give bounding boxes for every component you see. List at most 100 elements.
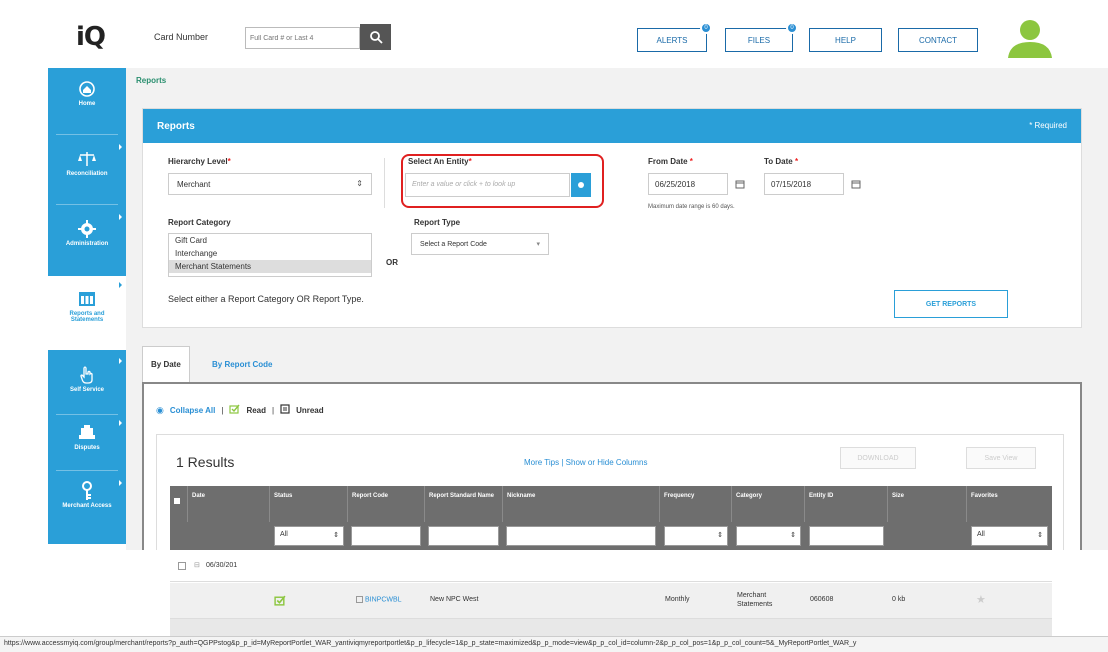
report-type-select[interactable]: Select a Report Code ▾ <box>411 233 549 255</box>
sidebar-item-administration[interactable]: Administration <box>48 214 126 268</box>
divider <box>384 158 385 208</box>
sidebar-item-label: Merchant Access <box>62 503 112 509</box>
col-size[interactable]: Size <box>888 486 967 522</box>
alerts-button[interactable]: ALERTS 0 <box>637 22 712 52</box>
app-header: iQ Card Number ALERTS 0 FILES 0 HELP CON… <box>0 0 1108 70</box>
col-status[interactable]: Status <box>270 486 348 522</box>
updown-arrow-icon: ⇕ <box>333 532 339 539</box>
read-link[interactable]: Read <box>246 406 266 415</box>
col-date[interactable]: Date <box>188 486 270 522</box>
hierarchy-value: Merchant <box>177 180 211 189</box>
category-cell: Merchant Statements <box>737 592 773 608</box>
collapse-all-link[interactable]: Collapse All <box>170 406 216 415</box>
col-category[interactable]: Category <box>732 486 805 522</box>
scale-icon <box>78 150 96 168</box>
separator: | <box>272 405 275 415</box>
pagination-strip <box>170 619 1052 637</box>
table-header: Date Status Report Code Report Standard … <box>170 486 1052 522</box>
tab-by-report-code[interactable]: By Report Code <box>204 346 280 382</box>
chevron-right-icon <box>119 144 122 150</box>
sidebar-item-label: Self Service <box>69 387 105 393</box>
tips-links: More Tips | Show or Hide Columns <box>524 458 647 467</box>
chevron-right-icon <box>119 214 122 220</box>
chevron-right-icon <box>119 282 122 288</box>
collapse-icon[interactable]: ◉ <box>156 405 164 416</box>
report-category-list[interactable]: Gift Card Interchange Merchant Statement… <box>168 233 372 277</box>
nav-divider <box>56 470 118 471</box>
disputes-icon <box>78 424 96 442</box>
save-view-button[interactable]: Save View <box>966 447 1036 469</box>
or-label: OR <box>386 258 398 267</box>
sidebar-item-merchant-access[interactable]: Merchant Access <box>48 480 126 530</box>
lookup-icon <box>578 182 584 188</box>
logo[interactable]: iQ <box>76 22 106 52</box>
filter-row: All ⇕ ⇕ ⇕ All ⇕ <box>170 522 1052 550</box>
get-reports-button[interactable]: GET REPORTS <box>894 290 1008 318</box>
category-filter[interactable]: ⇕ <box>736 526 801 546</box>
list-item[interactable]: Interchange <box>169 247 371 260</box>
to-date-input[interactable]: 07/15/2018 <box>764 173 844 195</box>
col-frequency[interactable]: Frequency <box>660 486 732 522</box>
contact-button[interactable]: CONTACT <box>898 28 978 52</box>
entity-lookup-button[interactable] <box>571 173 591 197</box>
sidebar-item-disputes[interactable]: Disputes <box>48 420 126 472</box>
sidebar-item-reports[interactable]: Reports and Statements <box>48 276 126 350</box>
entity-input[interactable]: Enter a value or click + to look up <box>405 173 570 197</box>
card-number-input[interactable] <box>245 27 360 49</box>
nav-divider <box>56 414 118 415</box>
col-report-standard-name[interactable]: Report Standard Name <box>425 486 503 522</box>
sidebar-item-home[interactable]: Home <box>48 80 126 128</box>
nickname-filter[interactable] <box>506 526 656 546</box>
updown-arrow-icon: ⇕ <box>1037 532 1043 539</box>
unread-link[interactable]: Unread <box>296 406 324 415</box>
frequency-cell: Monthly <box>665 596 690 603</box>
col-report-code[interactable]: Report Code <box>348 486 425 522</box>
favorites-filter-value: All <box>977 531 985 538</box>
table-row[interactable]: BINPCWBL New NPC West Monthly Merchant S… <box>170 583 1052 619</box>
standard-name-filter[interactable] <box>428 526 499 546</box>
home-icon <box>78 80 96 98</box>
report-code-link[interactable]: BINPCWBL <box>356 596 402 603</box>
report-code-filter[interactable] <box>351 526 421 546</box>
status-filter[interactable]: All ⇕ <box>274 526 344 546</box>
star-icon[interactable]: ★ <box>976 593 986 606</box>
unread-icon <box>280 404 290 416</box>
search-button[interactable] <box>360 24 391 50</box>
sidebar-item-reconciliation[interactable]: Reconciliation <box>48 144 126 198</box>
row-checkbox[interactable] <box>178 562 186 570</box>
col-entity-id[interactable]: Entity ID <box>805 486 888 522</box>
frequency-filter[interactable]: ⇕ <box>664 526 728 546</box>
from-date-input[interactable]: 06/25/2018 <box>648 173 728 195</box>
select-all-checkbox[interactable] <box>170 486 188 522</box>
tab-by-date[interactable]: By Date <box>142 346 190 382</box>
date-range-hint: Maximum date range is 60 days. <box>648 204 735 210</box>
breadcrumb[interactable]: Reports <box>136 76 166 85</box>
search-icon <box>369 31 383 44</box>
chevron-down-icon: ▾ <box>536 241 540 248</box>
sidebar-item-label: Home <box>78 101 96 107</box>
sidebar-item-label: Administration <box>65 241 109 247</box>
show-hide-columns-link[interactable]: Show or Hide Columns <box>566 458 648 467</box>
list-item[interactable]: Merchant Statements <box>169 260 371 273</box>
hierarchy-select[interactable]: Merchant ⇕ <box>168 173 372 195</box>
calendar-icon[interactable] <box>846 173 866 195</box>
col-favorites[interactable]: Favorites <box>967 486 1052 522</box>
nav-divider <box>56 134 118 135</box>
entity-id-filter[interactable] <box>809 526 884 546</box>
user-avatar-icon[interactable] <box>1006 18 1054 58</box>
help-button[interactable]: HELP <box>809 28 882 52</box>
sidebar-item-self-service[interactable]: Self Service <box>48 358 126 414</box>
updown-arrow-icon: ⇕ <box>717 532 723 539</box>
col-nickname[interactable]: Nickname <box>503 486 660 522</box>
more-tips-link[interactable]: More Tips <box>524 458 559 467</box>
favorites-filter[interactable]: All ⇕ <box>971 526 1048 546</box>
list-item[interactable]: Gift Card <box>169 234 371 247</box>
alerts-badge: 0 <box>700 22 712 34</box>
panel-header: Reports * Required <box>143 109 1081 143</box>
read-status-icon[interactable] <box>274 595 286 608</box>
files-button[interactable]: FILES 0 <box>725 22 798 52</box>
table-row-group[interactable]: ⊟ 06/30/201 <box>170 552 1052 582</box>
calendar-icon[interactable] <box>730 173 750 195</box>
download-button[interactable]: DOWNLOAD <box>840 447 916 469</box>
collapse-row-icon[interactable]: ⊟ <box>194 561 200 569</box>
